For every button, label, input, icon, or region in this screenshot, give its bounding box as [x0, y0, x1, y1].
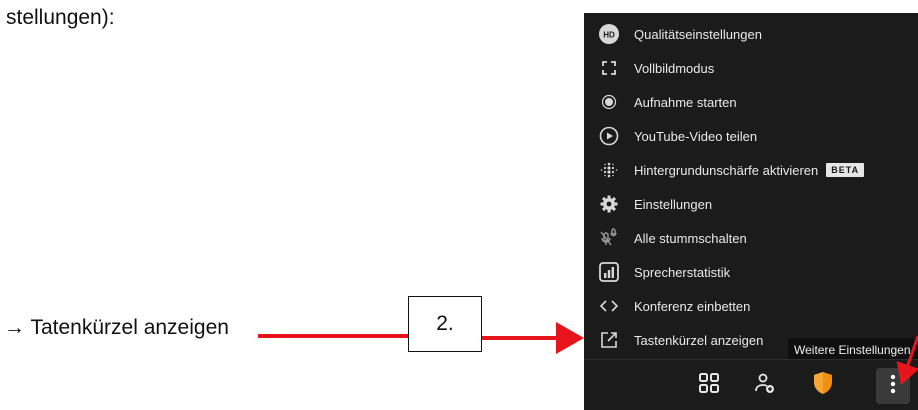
annotation-arrows	[258, 322, 918, 385]
annotation-arrow-to-more-button	[896, 335, 918, 385]
